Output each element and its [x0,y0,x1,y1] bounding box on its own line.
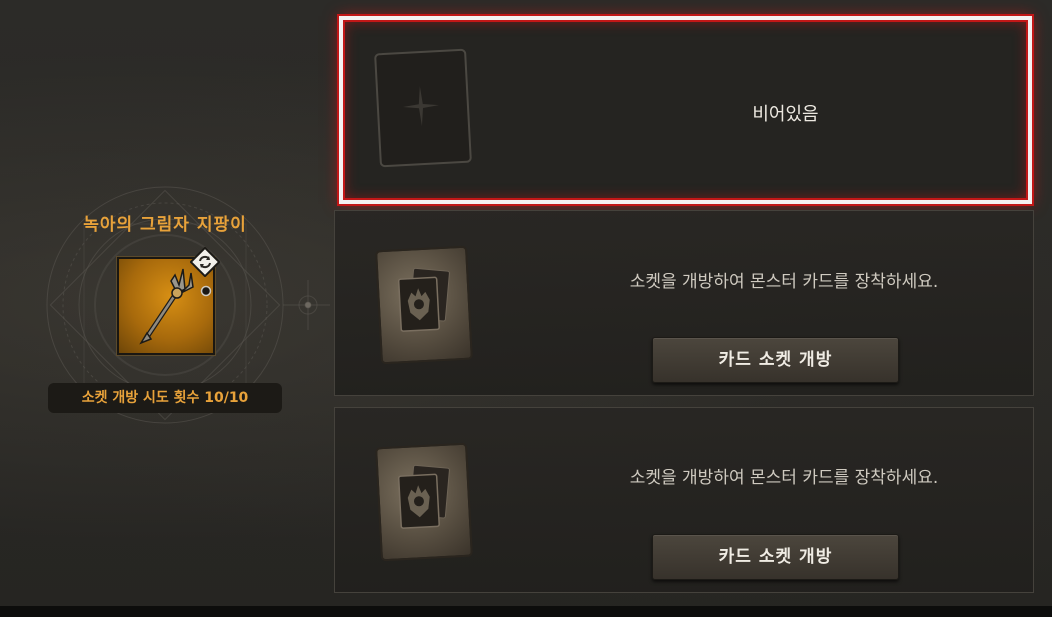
bottom-bar [0,606,1052,617]
indicator-dot-icon [200,285,212,297]
sparkle-icon [402,86,439,127]
socket-attempts-counter: 소켓 개방 시도 횟수 10/10 [48,383,282,413]
card-slot-1-empty[interactable]: 비어있음 [339,16,1032,204]
card-slot-3-locked: 소켓을 개방하여 몬스터 카드를 장착하세요. 카드 소켓 개방 [334,407,1034,593]
slot-instruction: 소켓을 개방하여 몬스터 카드를 장착하세요. [629,272,939,292]
empty-card [374,48,472,168]
locked-card [375,442,473,562]
swap-arrows-icon[interactable] [190,247,220,277]
item-name: 녹아의 그림자 지팡이 [83,215,247,235]
open-card-socket-button[interactable]: 카드 소켓 개방 [652,534,899,580]
monster-card-icon [397,267,450,332]
card-slot-2-locked: 소켓을 개방하여 몬스터 카드를 장착하세요. 카드 소켓 개방 [334,210,1034,396]
slot-instruction: 소켓을 개방하여 몬스터 카드를 장착하세요. [629,468,939,488]
monster-card-icon [397,464,450,529]
empty-slot-label: 비어있음 [752,104,819,125]
locked-card [375,245,473,365]
open-card-socket-button[interactable]: 카드 소켓 개방 [652,337,899,383]
